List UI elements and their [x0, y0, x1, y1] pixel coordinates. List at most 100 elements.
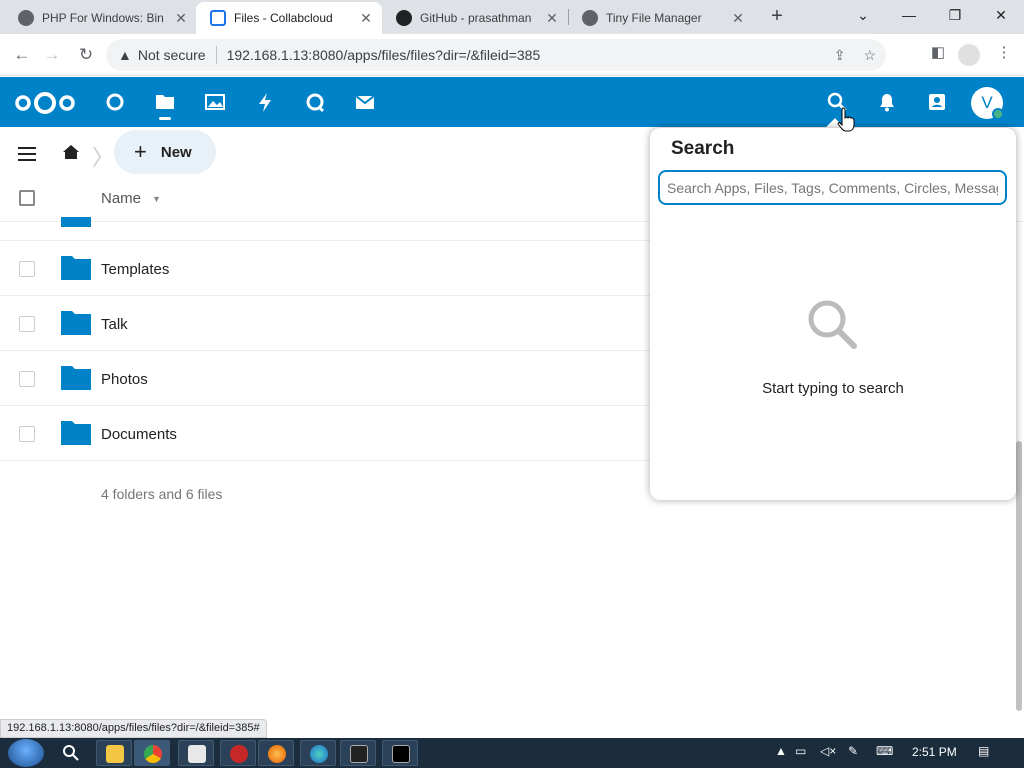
files-favicon-icon — [210, 10, 226, 26]
link-status-bar: 192.168.1.13:8080/apps/files/files?dir=/… — [0, 719, 267, 738]
firefox-icon — [268, 745, 286, 763]
files-summary: 4 folders and 6 files — [101, 486, 223, 502]
mail-icon[interactable] — [354, 91, 376, 113]
tab-github[interactable]: GitHub - prasathman ✕ — [382, 2, 568, 34]
folder-icon — [61, 256, 91, 280]
nextcloud-logo-icon[interactable] — [14, 92, 76, 114]
photos-icon[interactable] — [204, 91, 226, 113]
windows-start-button[interactable] — [8, 739, 44, 767]
share-icon[interactable]: ⇪ — [834, 47, 846, 64]
tab-tiny-file-manager[interactable]: Tiny File Manager ✕ — [568, 2, 754, 34]
new-tab-button[interactable]: + — [766, 5, 788, 27]
menu-kebab-icon[interactable]: ⋮ — [992, 43, 1016, 61]
red-app-icon — [230, 745, 248, 763]
breadcrumb-chevron-icon: 〉 — [92, 145, 115, 170]
tab-php-for-windows[interactable]: PHP For Windows: Bin ✕ — [4, 2, 197, 34]
dashboard-icon[interactable] — [104, 91, 126, 113]
edge-taskbar-item[interactable] — [300, 740, 336, 766]
name-column-header[interactable]: Name — [101, 190, 141, 207]
file-name[interactable]: Photos — [101, 371, 148, 388]
online-status-icon — [992, 108, 1004, 120]
globe-icon — [18, 10, 34, 26]
network-icon[interactable]: ▭ — [795, 744, 806, 758]
7zip-icon — [350, 745, 368, 763]
pen-icon[interactable]: ✎ — [848, 744, 858, 758]
folder-icon — [61, 217, 91, 227]
folder-icon — [106, 745, 124, 763]
restore-button[interactable]: ❐ — [932, 0, 978, 32]
tab-files-collabcloud[interactable]: Files - Collabcloud ✕ — [196, 2, 382, 34]
hamburger-menu-icon[interactable] — [18, 147, 36, 165]
search-input[interactable] — [658, 170, 1007, 205]
close-tab-icon[interactable]: ✕ — [171, 10, 191, 27]
row-checkbox[interactable] — [19, 261, 35, 277]
browser-tab-strip: PHP For Windows: Bin ✕ Files - Collabclo… — [0, 0, 1024, 34]
select-all-checkbox[interactable] — [19, 190, 35, 206]
row-checkbox[interactable] — [19, 426, 35, 442]
minimize-button[interactable]: — — [886, 0, 932, 32]
activity-bolt-icon[interactable] — [254, 91, 276, 113]
close-window-button[interactable]: ✕ — [978, 0, 1024, 32]
search-title: Search — [671, 138, 735, 159]
sort-caret-icon[interactable]: ▼ — [152, 194, 161, 204]
folder-icon — [61, 366, 91, 390]
row-divider — [0, 295, 650, 296]
files-folder-icon[interactable] — [154, 91, 176, 113]
volume-muted-icon[interactable]: ◁× — [820, 744, 836, 758]
row-divider — [0, 240, 650, 241]
search-empty-text: Start typing to search — [762, 380, 904, 397]
scrollbar[interactable] — [1016, 441, 1022, 711]
keyboard-icon[interactable]: ⌨ — [876, 744, 893, 758]
file-name[interactable]: Templates — [101, 261, 169, 278]
browser-toolbar: ← → ↻ ▲ Not secure 192.168.1.13:8080/app… — [0, 34, 1024, 76]
app-taskbar-item[interactable] — [220, 740, 256, 766]
file-name[interactable]: Documents — [101, 426, 177, 443]
omnibox-actions: ⇪ ☆ — [834, 47, 876, 64]
folder-icon — [61, 311, 91, 335]
folder-icon — [61, 421, 91, 445]
talk-icon[interactable] — [304, 91, 326, 113]
notifications-icon[interactable]: ▤ — [978, 744, 989, 758]
7zip-taskbar-item[interactable] — [340, 740, 376, 766]
search-icon — [808, 300, 857, 349]
warning-triangle-icon[interactable]: ▲ — [118, 47, 132, 63]
tray-expand-icon[interactable]: ▲ — [775, 744, 787, 758]
firefox-taskbar-item[interactable] — [258, 740, 294, 766]
home-icon[interactable] — [62, 143, 80, 161]
github-icon — [396, 10, 412, 26]
row-checkbox[interactable] — [19, 316, 35, 332]
plus-icon: + — [134, 139, 147, 164]
new-button[interactable]: + New — [114, 130, 216, 174]
chrome-taskbar-item[interactable] — [134, 740, 170, 766]
edge-icon — [310, 745, 328, 763]
row-divider — [0, 405, 650, 406]
forward-arrow-icon[interactable]: → — [40, 43, 64, 67]
reload-icon[interactable]: ↻ — [74, 43, 98, 67]
file-name[interactable]: Talk — [101, 316, 128, 333]
file-explorer-taskbar-item[interactable] — [96, 740, 132, 766]
contacts-icon[interactable] — [926, 91, 948, 113]
store-bag-icon — [188, 745, 206, 763]
globe-icon — [582, 10, 598, 26]
bookmark-star-icon[interactable]: ☆ — [863, 47, 876, 64]
cmd-taskbar-item[interactable] — [382, 740, 418, 766]
profile-avatar-icon[interactable] — [958, 44, 980, 66]
close-tab-icon[interactable]: ✕ — [356, 10, 376, 27]
close-tab-icon[interactable]: ✕ — [728, 10, 748, 27]
side-panel-icon[interactable]: ◧ — [926, 43, 950, 61]
row-divider — [0, 350, 650, 351]
url-text[interactable]: 192.168.1.13:8080/apps/files/files?dir=/… — [227, 47, 541, 63]
taskbar-clock[interactable]: 2:51 PM — [912, 745, 957, 759]
store-taskbar-item[interactable] — [178, 740, 214, 766]
back-arrow-icon[interactable]: ← — [10, 43, 34, 67]
terminal-icon — [392, 745, 410, 763]
row-checkbox[interactable] — [19, 371, 35, 387]
address-bar[interactable]: ▲ Not secure 192.168.1.13:8080/apps/file… — [106, 39, 886, 71]
security-label[interactable]: Not secure — [138, 47, 206, 63]
close-tab-icon[interactable]: ✕ — [542, 10, 562, 27]
hand-cursor-icon — [837, 107, 855, 132]
divider — [215, 46, 217, 64]
tab-search-chevron-icon[interactable]: ⌄ — [840, 0, 886, 32]
notifications-bell-icon[interactable] — [876, 91, 898, 113]
taskbar-search-icon[interactable] — [62, 744, 80, 762]
